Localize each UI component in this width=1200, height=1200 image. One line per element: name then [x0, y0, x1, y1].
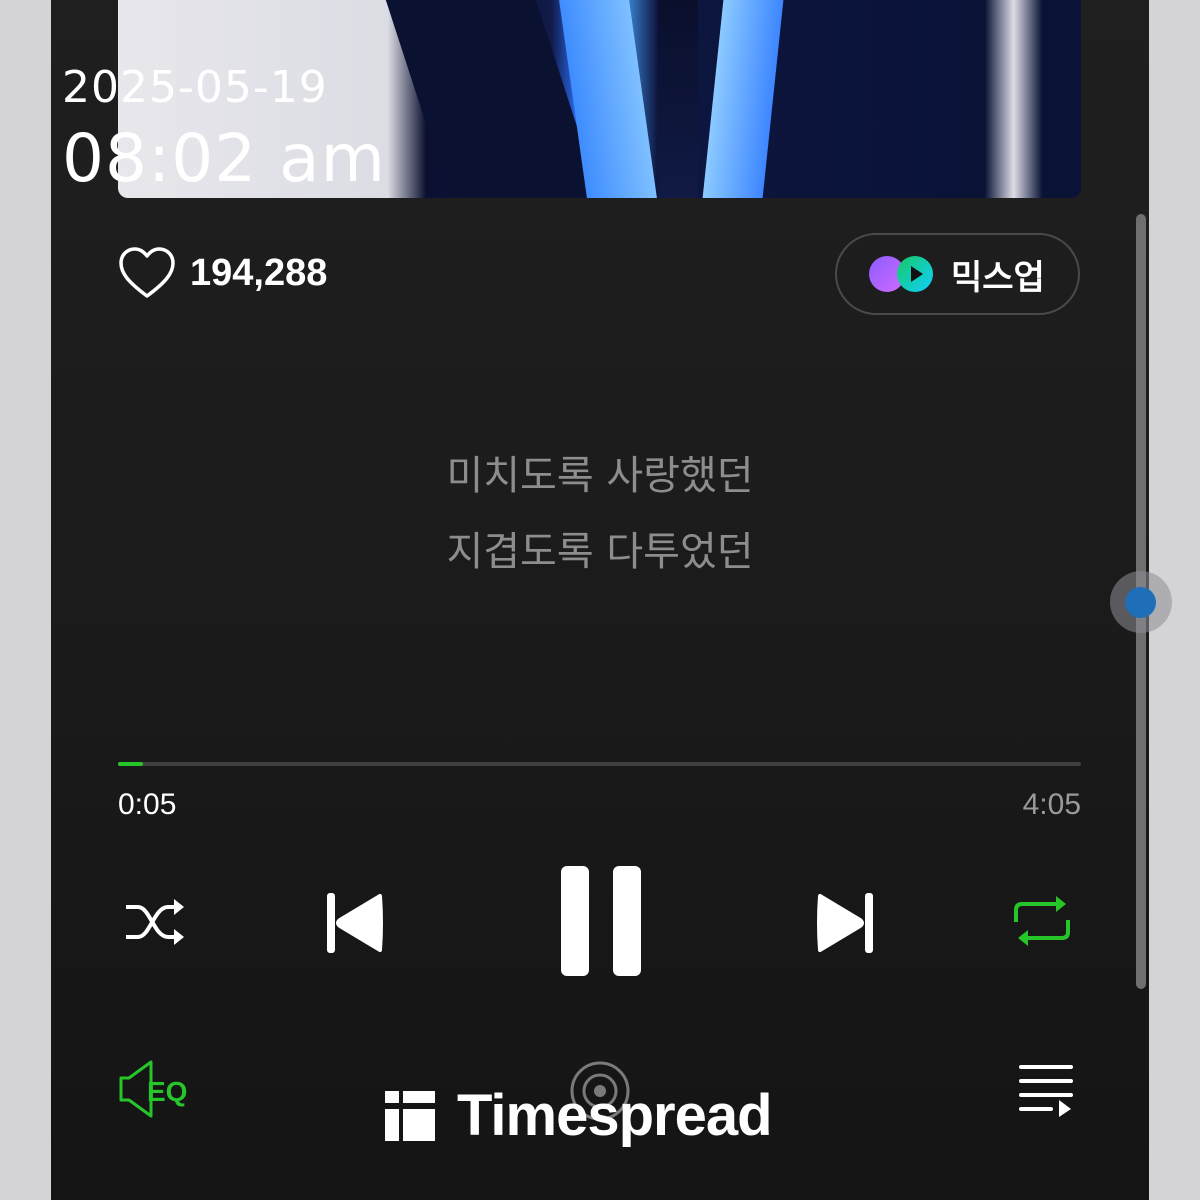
playlist-button[interactable] [1015, 1062, 1077, 1118]
scroll-handle[interactable] [1125, 587, 1156, 618]
mixup-label: 믹스업 [951, 257, 1045, 298]
elapsed-time: 0:05 [118, 788, 177, 821]
lyric-line: 지겹도록 다투었던 [446, 529, 754, 575]
overlay-date: 2025-05-19 [62, 62, 328, 113]
mixup-button[interactable]: 믹스업 [835, 233, 1080, 315]
progress-bar[interactable] [118, 762, 1081, 766]
playlist-icon [1019, 1065, 1073, 1117]
eq-button[interactable]: EQ [117, 1058, 199, 1120]
watermark-text: Timespread [457, 1083, 773, 1148]
like-count: 194,288 [190, 251, 328, 294]
skip-next-icon [817, 893, 873, 953]
shuffle-button[interactable] [120, 890, 190, 954]
pause-button[interactable] [554, 864, 648, 978]
equalizer-icon: EQ [119, 1060, 187, 1118]
lyric-line: 미치도록 사랑했던 [446, 453, 754, 499]
pause-icon [561, 866, 641, 976]
skip-previous-icon [327, 893, 383, 953]
previous-button[interactable] [321, 888, 387, 958]
mixup-logo-icon [869, 254, 937, 294]
timespread-logo-icon [385, 1090, 435, 1141]
heart-icon [119, 247, 175, 298]
next-button[interactable] [813, 888, 879, 958]
overlay-time: 08:02 am [62, 120, 386, 197]
repeat-button[interactable] [1006, 888, 1078, 954]
progress-fill [118, 762, 144, 766]
lyrics-panel[interactable]: 미치도록 사랑했던 지겹도록 다투었던 [51, 438, 1149, 590]
eq-label: EQ [147, 1076, 187, 1107]
like-button[interactable]: 194,288 [118, 246, 327, 300]
total-time: 4:05 [1022, 788, 1081, 821]
shuffle-icon [126, 899, 184, 945]
repeat-icon [1014, 896, 1070, 946]
watermark: Timespread [385, 1082, 773, 1149]
